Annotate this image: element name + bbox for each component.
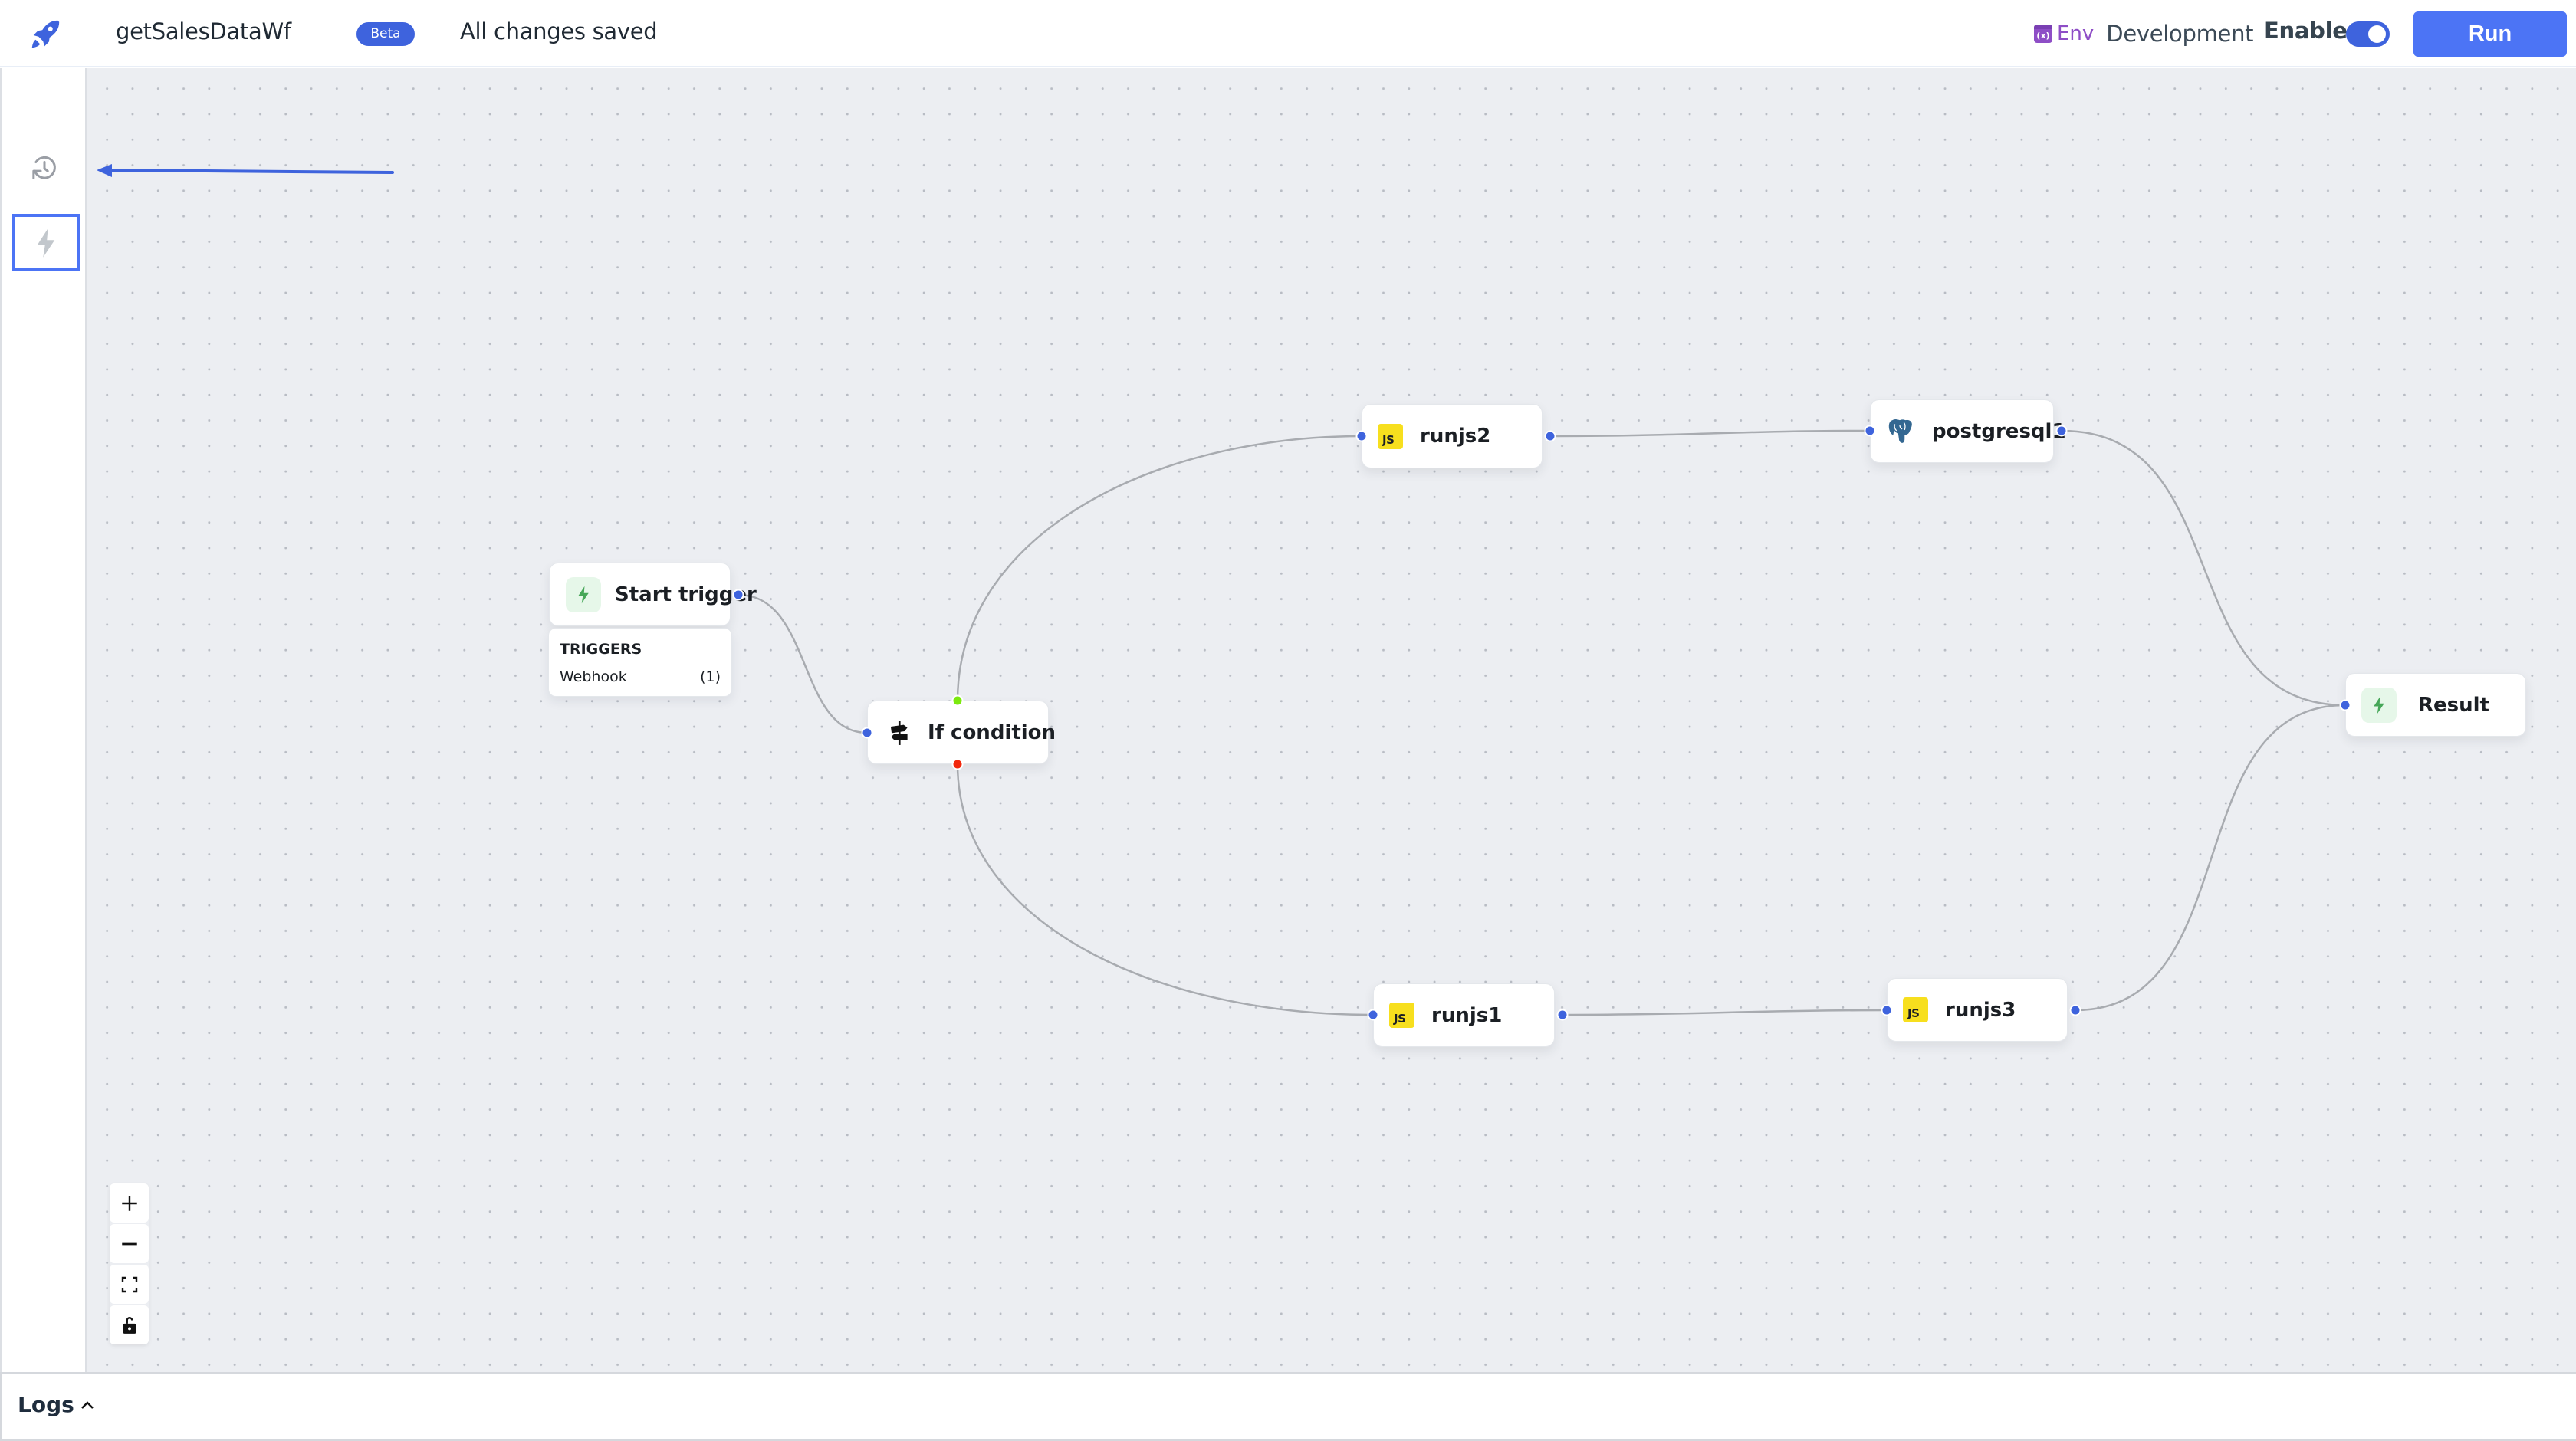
node-postgresql1[interactable]: postgresql1 xyxy=(1870,399,2066,463)
node-label: runjs1 xyxy=(1431,1003,1503,1027)
handle-postgresql1-in[interactable] xyxy=(1864,425,1876,437)
javascript-icon: JS xyxy=(1903,997,1928,1022)
zoom-controls xyxy=(110,1183,149,1344)
fit-view-icon xyxy=(121,1276,137,1292)
logs-toggle[interactable]: Logs xyxy=(18,1392,94,1417)
plus-icon xyxy=(121,1195,137,1211)
minus-icon xyxy=(121,1242,137,1245)
handle-runjs1-out[interactable] xyxy=(1556,1009,1569,1021)
handle-result-in[interactable] xyxy=(2339,699,2351,711)
handle-runjs3-out[interactable] xyxy=(2069,1004,2082,1016)
node-runjs2[interactable]: JS runjs2 xyxy=(1362,404,1543,468)
lightning-icon xyxy=(37,228,55,258)
run-button[interactable]: Run xyxy=(2413,11,2567,57)
save-status: All changes saved xyxy=(460,18,658,44)
node-start-trigger[interactable]: Start trigger xyxy=(549,563,757,626)
handle-runjs2-in[interactable] xyxy=(1355,430,1368,442)
handle-if-in[interactable] xyxy=(861,727,873,739)
chevron-up-icon xyxy=(80,1400,94,1409)
rocket-icon[interactable] xyxy=(28,17,63,52)
zoom-in-button[interactable] xyxy=(110,1183,149,1223)
lock-icon xyxy=(122,1316,136,1334)
node-result[interactable]: Result xyxy=(2345,673,2526,737)
node-label: runjs2 xyxy=(1420,425,1491,448)
javascript-icon: JS xyxy=(1378,423,1403,449)
postgresql-icon xyxy=(1888,419,1912,443)
history-icon[interactable] xyxy=(29,153,60,183)
toggle-knob xyxy=(2368,25,2386,43)
fit-view-button[interactable] xyxy=(110,1265,149,1304)
env-label: Env xyxy=(2057,22,2095,45)
lightning-icon xyxy=(566,576,601,612)
workflow-canvas[interactable] xyxy=(87,68,2576,1372)
logs-panel: Logs xyxy=(0,1372,2576,1441)
node-runjs1[interactable]: JS runjs1 xyxy=(1373,983,1555,1047)
enable-toggle[interactable] xyxy=(2346,21,2390,47)
trigger-count: (1) xyxy=(700,668,721,685)
handle-runjs2-out[interactable] xyxy=(1544,430,1556,442)
node-label: If condition xyxy=(928,720,1056,744)
top-bar: getSalesDataWf Beta All changes saved (x… xyxy=(0,0,2576,67)
node-label: runjs3 xyxy=(1945,998,2016,1022)
trigger-name[interactable]: Webhook xyxy=(560,668,627,685)
env-value[interactable]: Development xyxy=(2106,21,2253,47)
triggers-title: TRIGGERS xyxy=(560,641,642,658)
logs-label: Logs xyxy=(18,1392,74,1417)
beta-badge: Beta xyxy=(356,22,415,46)
signpost-icon xyxy=(890,720,908,745)
handle-start-out[interactable] xyxy=(732,589,744,601)
environment-selector[interactable]: (x) Env Development xyxy=(2034,18,2254,49)
handle-if-false[interactable] xyxy=(951,758,964,770)
triggers-panel: TRIGGERS Webhook (1) xyxy=(548,628,732,697)
left-rail xyxy=(0,68,87,1372)
rail-trigger-button[interactable] xyxy=(12,214,80,271)
handle-if-true[interactable] xyxy=(951,694,964,707)
workflow-name[interactable]: getSalesDataWf xyxy=(116,18,291,44)
node-label: postgresql1 xyxy=(1932,419,2066,443)
node-if-condition[interactable]: If condition xyxy=(867,701,1056,764)
variable-icon: (x) xyxy=(2034,25,2052,43)
javascript-icon: JS xyxy=(1389,1003,1414,1028)
lightning-icon xyxy=(2361,687,2397,723)
node-runjs3[interactable]: JS runjs3 xyxy=(1887,978,2068,1042)
handle-runjs3-in[interactable] xyxy=(1881,1004,1893,1016)
node-label: Result xyxy=(2418,693,2489,717)
zoom-out-button[interactable] xyxy=(110,1224,149,1263)
enable-label: Enable xyxy=(2264,18,2348,44)
lock-button[interactable] xyxy=(110,1305,149,1344)
handle-postgresql1-out[interactable] xyxy=(2055,425,2068,437)
handle-runjs1-in[interactable] xyxy=(1367,1009,1379,1021)
